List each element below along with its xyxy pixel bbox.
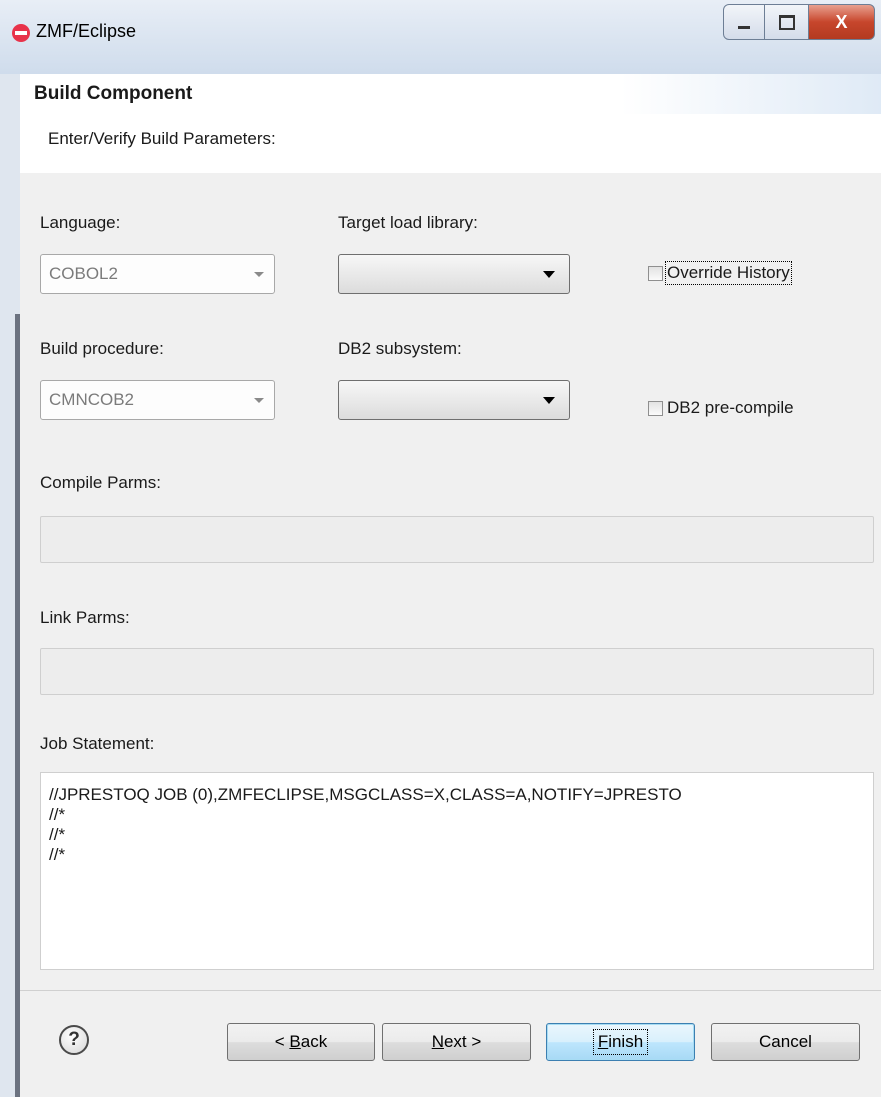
back-button[interactable]: < Back	[227, 1023, 375, 1061]
window-controls: X	[723, 4, 875, 40]
checkbox-box[interactable]	[648, 265, 663, 281]
job-statement-textarea[interactable]: //JPRESTOQ JOB (0),ZMFECLIPSE,MSGCLASS=X…	[40, 772, 874, 970]
language-combo: COBOL2	[40, 254, 275, 294]
next-rest: ext >	[443, 1032, 482, 1051]
chevron-down-icon	[254, 398, 264, 403]
zmf-app-icon	[12, 24, 30, 42]
target-load-library-label: Target load library:	[338, 213, 478, 232]
checkbox-box[interactable]	[648, 400, 663, 416]
next-mnemonic: N	[431, 1032, 444, 1051]
dialog-window: ZMF/Eclipse X Build Component Enter/Veri…	[0, 0, 881, 1097]
chevron-down-icon	[254, 272, 264, 277]
finish-rest: inish	[608, 1032, 644, 1051]
back-mnemonic: B	[289, 1032, 301, 1051]
language-value: COBOL2	[49, 264, 118, 283]
finish-label: Finish	[592, 1029, 649, 1055]
dialog-subtitle: Enter/Verify Build Parameters:	[48, 129, 276, 148]
compile-parms-label: Compile Parms:	[40, 473, 161, 492]
back-prefix: <	[274, 1032, 290, 1051]
job-statement-line: //JPRESTOQ JOB (0),ZMFECLIPSE,MSGCLASS=X…	[49, 785, 682, 804]
target-load-library-dropdown[interactable]	[338, 254, 570, 294]
job-statement-label: Job Statement:	[40, 734, 155, 753]
dialog-header: Build Component Enter/Verify Build Param…	[20, 74, 881, 174]
compile-parms-field	[40, 516, 874, 563]
window-title: ZMF/Eclipse	[36, 21, 137, 41]
chevron-down-icon	[543, 271, 555, 278]
finish-button[interactable]: Finish	[546, 1023, 695, 1061]
link-parms-label: Link Parms:	[40, 608, 130, 627]
title-bar[interactable]: ZMF/Eclipse X	[0, 0, 881, 74]
cancel-label: Cancel	[759, 1032, 812, 1051]
override-history-checkbox[interactable]: Override History	[648, 261, 792, 285]
finish-mnemonic: F	[597, 1032, 609, 1051]
link-parms-field	[40, 648, 874, 695]
job-statement-line: //*	[49, 845, 66, 864]
cancel-button[interactable]: Cancel	[711, 1023, 860, 1061]
help-glyph: ?	[68, 1029, 80, 1050]
close-icon: X	[835, 11, 848, 32]
maximize-icon	[778, 14, 795, 30]
maximize-button[interactable]	[765, 4, 809, 40]
db2-subsystem-dropdown[interactable]	[338, 380, 570, 420]
db2-subsystem-label: DB2 subsystem:	[338, 339, 462, 358]
minimize-button[interactable]	[723, 4, 765, 40]
minimize-icon	[738, 25, 750, 29]
button-bar-separator	[20, 990, 881, 991]
next-button[interactable]: Next >	[382, 1023, 531, 1061]
job-statement-line: //*	[49, 825, 66, 844]
build-procedure-combo: CMNCOB2	[40, 380, 275, 420]
build-procedure-label: Build procedure:	[40, 339, 164, 358]
window-left-edge	[0, 74, 20, 1097]
build-procedure-value: CMNCOB2	[49, 390, 135, 409]
override-history-label: Override History	[665, 261, 792, 285]
db2-precompile-label: DB2 pre-compile	[667, 398, 794, 417]
job-statement-line: //*	[49, 805, 66, 824]
dialog-title: Build Component	[34, 83, 193, 104]
language-label: Language:	[40, 213, 121, 232]
db2-precompile-checkbox[interactable]: DB2 pre-compile	[648, 398, 794, 418]
help-icon[interactable]: ?	[59, 1025, 89, 1055]
back-rest: ack	[300, 1032, 328, 1051]
close-button[interactable]: X	[809, 4, 875, 40]
header-banner	[621, 74, 881, 114]
chevron-down-icon	[543, 397, 555, 404]
